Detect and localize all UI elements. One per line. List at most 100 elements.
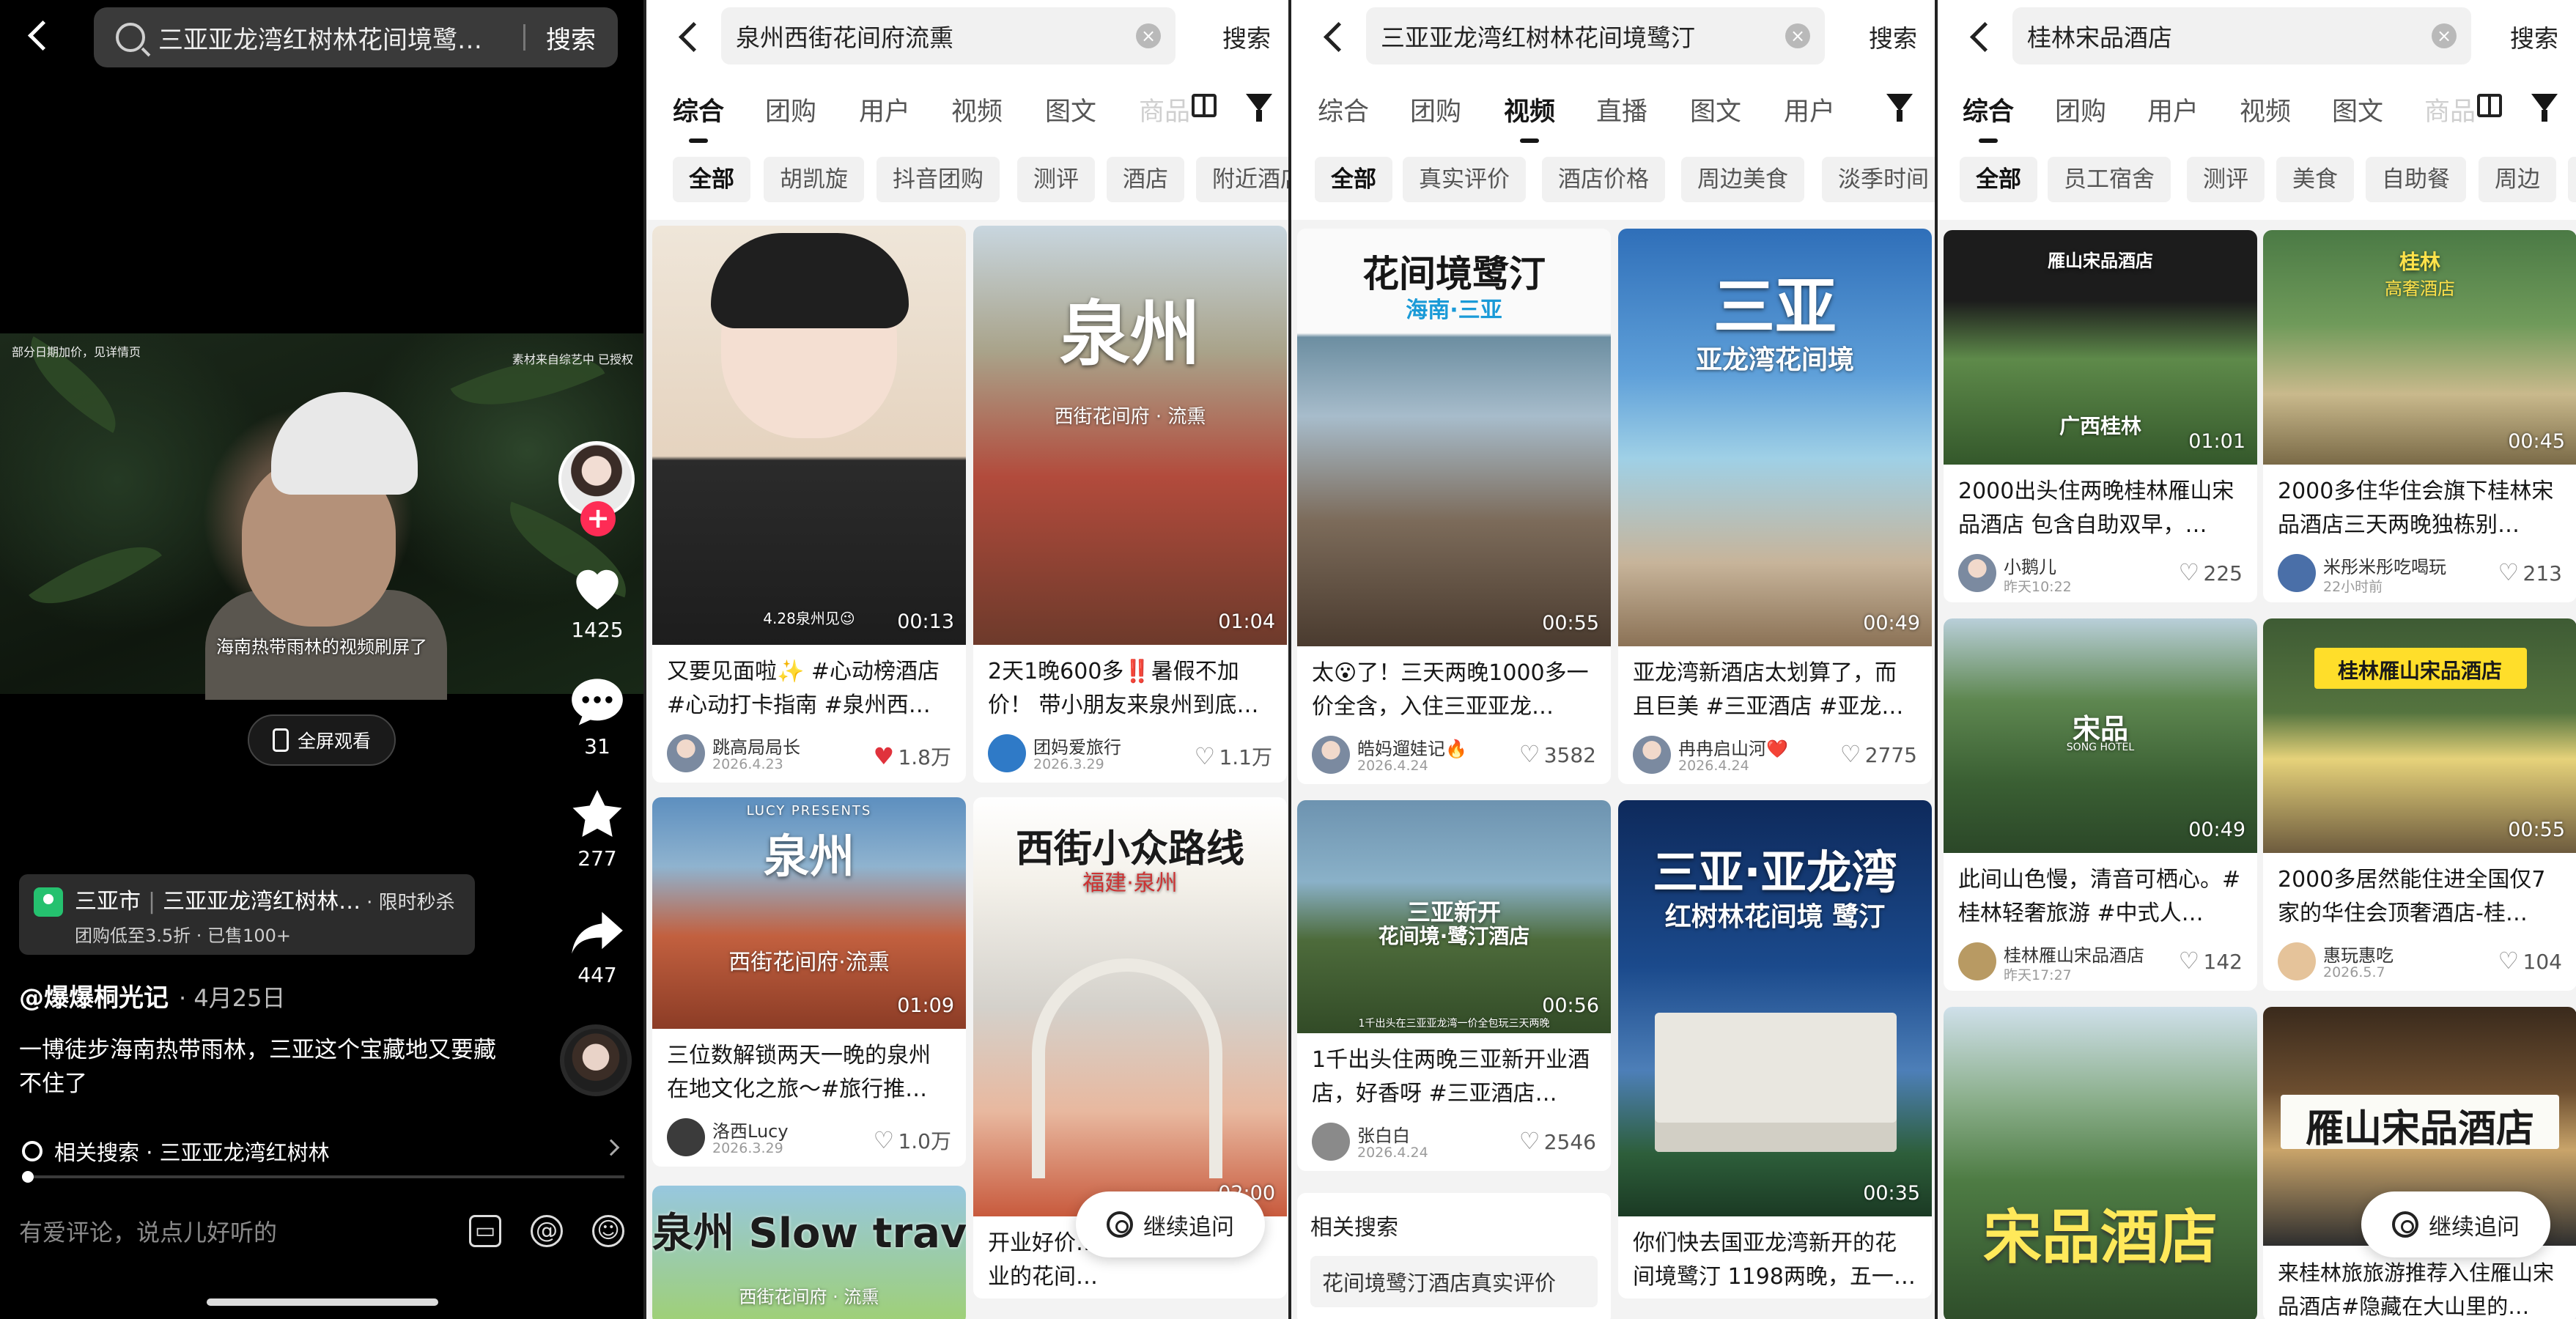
result-card[interactable]: 桂林雁山宋品酒店 00:55 2000多居然能住进全国仅7家的华住会顶奢酒店-桂… <box>2263 618 2576 991</box>
comment-input[interactable]: 有爱评论，说点儿好听的 <box>19 1214 277 1248</box>
result-card[interactable]: 4.28泉州见😉 00:13 又要见面啦✨ #心动榜酒店 #心动打卡指南 #泉州… <box>652 226 966 783</box>
tab-products[interactable]: 商品 <box>2424 91 2476 128</box>
result-card[interactable]: 花间境鹭汀 海南·三亚 00:55 太😮了！三天两晚1000多一价全含，入住三亚… <box>1297 229 1611 784</box>
music-disc-avatar[interactable] <box>560 1024 632 1096</box>
search-input[interactable]: 三亚亚龙湾红树林花间境鹭汀 <box>1381 18 1785 53</box>
search-input[interactable]: 桂林宋品酒店 <box>2027 18 2432 53</box>
search-bar[interactable]: 泉州西街花间府流熏 × <box>721 7 1176 64</box>
clear-icon[interactable]: × <box>2432 23 2457 48</box>
chip[interactable]: 美食 <box>2276 157 2354 202</box>
avatar[interactable] <box>2278 554 2316 592</box>
avatar[interactable] <box>2278 942 2316 980</box>
search-bar[interactable]: 桂林宋品酒店 × <box>2012 7 2471 64</box>
favorite-action[interactable]: 277 <box>557 788 638 871</box>
author-name[interactable]: 冉冉启山河❤️ <box>1678 734 1788 760</box>
author-name[interactable]: 张白白 <box>1357 1121 1410 1147</box>
like-count[interactable]: 104 <box>2498 947 2562 975</box>
chip[interactable]: 淡季时间 <box>1822 157 1935 202</box>
avatar[interactable] <box>1312 1123 1350 1161</box>
tab-videos[interactable]: 视频 <box>951 91 1003 128</box>
tab-all[interactable]: 综合 <box>1318 91 1369 128</box>
search-button[interactable]: 搜索 <box>2510 19 2558 54</box>
chip[interactable]: 员工宿舍 <box>2048 157 2171 202</box>
chip[interactable]: 测评 <box>2187 157 2265 202</box>
back-icon[interactable] <box>676 22 702 51</box>
like-count[interactable]: 2775 <box>1840 740 1917 768</box>
tab-posts[interactable]: 图文 <box>1690 91 1741 128</box>
related-search-item[interactable]: 花间境鹭汀酒店真实评价 <box>1310 1256 1598 1307</box>
result-card[interactable]: 三亚·亚龙湾 红树林花间境 鹭汀 00:35 你们快去国亚龙湾新开的花间境鹭汀 … <box>1618 800 1932 1298</box>
chip[interactable]: 酒店价格 <box>1542 157 1665 202</box>
like-count[interactable]: 1.1万 <box>1194 742 1272 771</box>
avatar[interactable] <box>1958 554 1996 592</box>
author-name[interactable]: 米彤米彤吃喝玩 <box>2323 553 2446 578</box>
like-count[interactable]: 213 <box>2498 558 2562 586</box>
back-icon[interactable] <box>1967 22 1993 51</box>
clear-icon[interactable]: × <box>1785 23 1810 48</box>
related-search[interactable]: 相关搜索 · 三亚亚龙湾红树林 <box>22 1134 623 1168</box>
result-card[interactable]: 宋品酒店 <box>1944 1007 2257 1319</box>
chip-all[interactable]: 全部 <box>1960 157 2037 202</box>
author-line[interactable]: @爆爆桐光记 · 4月25日 <box>19 978 285 1013</box>
search-input[interactable]: 泉州西街花间府流熏 <box>736 18 1136 53</box>
like-count[interactable]: 2546 <box>1519 1127 1596 1155</box>
emoji-icon[interactable]: ☺ <box>592 1215 624 1247</box>
result-card[interactable]: 三亚 亚龙湾花间境 00:49 亚龙湾新酒店太划算了，而且巨美 #三亚酒店 #亚… <box>1618 229 1932 784</box>
chip[interactable]: 自助餐 <box>2366 157 2466 202</box>
tab-users[interactable]: 用户 <box>2147 91 2199 128</box>
video-frame[interactable]: 部分日期加价，见详情页 素材来自综艺中 已授权 海南热带雨林的视频刷屏了 <box>0 327 643 700</box>
tab-live[interactable]: 直播 <box>1596 91 1647 128</box>
result-card[interactable]: 宋品 SONG HOTEL 00:49 此间山色慢，清音可栖心。#桂林轻奢旅游 … <box>1944 618 2257 991</box>
filter-icon[interactable] <box>2531 94 2558 122</box>
chip[interactable]: 附近酒店 <box>1196 157 1288 202</box>
tab-group-buy[interactable]: 团购 <box>1410 91 1461 128</box>
like-count[interactable]: 3582 <box>1519 740 1596 768</box>
result-card[interactable]: 桂林 高奢酒店 00:45 2000多住华住会旗下桂林宋品酒店三天两晚独栋别… … <box>2263 230 2576 602</box>
like-count[interactable]: 142 <box>2179 947 2243 975</box>
layout-toggle-icon[interactable] <box>2477 94 2502 117</box>
result-card[interactable]: 雁山宋品酒店 来桂林旅旅游推荐入住雁山宋品酒店#隐藏在大山里的… <box>2263 1007 2576 1319</box>
tab-users[interactable]: 用户 <box>859 91 910 128</box>
poi-card[interactable]: 三亚市 | 三亚亚龙湾红树林… · 限时秒杀 团购低至3.5折 · 已售100+ <box>19 874 475 955</box>
chip-all[interactable]: 全部 <box>673 157 750 202</box>
author-name[interactable]: 皓妈遛娃记🔥 <box>1357 734 1467 760</box>
filter-icon[interactable] <box>1246 94 1272 122</box>
tab-posts[interactable]: 图文 <box>2332 91 2383 128</box>
avatar[interactable] <box>1312 736 1350 774</box>
avatar[interactable] <box>667 1118 705 1156</box>
tab-videos[interactable]: 视频 <box>2240 91 2291 128</box>
tab-videos[interactable]: 视频 <box>1504 91 1555 143</box>
tab-all[interactable]: 综合 <box>673 91 724 143</box>
search-button[interactable]: 搜索 <box>1222 19 1271 54</box>
comment-action[interactable]: 31 <box>557 676 638 758</box>
search-bar[interactable]: 三亚亚龙湾红树林花间境鹭汀 × <box>1366 7 1825 64</box>
avatar[interactable] <box>667 734 705 772</box>
layout-toggle-icon[interactable] <box>1192 94 1217 117</box>
chip[interactable]: 测评 <box>1017 157 1095 202</box>
fullscreen-button[interactable]: 全屏观看 <box>248 714 396 766</box>
like-count[interactable]: 225 <box>2179 558 2243 586</box>
chip[interactable]: 周边美食 <box>1681 157 1804 202</box>
chip[interactable]: 抖音团购 <box>876 157 1000 202</box>
author-name[interactable]: 惠玩惠吃 <box>2323 941 2394 967</box>
continue-ask-button[interactable]: 继续追问 <box>1076 1191 1265 1257</box>
back-icon[interactable] <box>1321 22 1347 51</box>
search-button[interactable]: 搜索 <box>546 20 596 56</box>
author-name[interactable]: @爆爆桐光记 <box>19 983 169 1013</box>
author-name[interactable]: 桂林雁山宋品酒店 <box>2004 941 2144 967</box>
chip[interactable]: 住宿 <box>2568 157 2576 202</box>
result-card[interactable]: 泉州 Slow travel 西街花间府 · 流熏 <box>652 1186 966 1319</box>
tab-posts[interactable]: 图文 <box>1045 91 1096 128</box>
progress-handle[interactable] <box>22 1171 34 1183</box>
search-button[interactable]: 搜索 <box>1869 19 1917 54</box>
search-bar[interactable]: 三亚亚龙湾红树林花间境鹭汀… 搜索 <box>94 7 618 67</box>
continue-ask-button[interactable]: 继续追问 <box>2361 1191 2550 1257</box>
tab-group-buy[interactable]: 团购 <box>765 91 816 128</box>
chip[interactable]: 周边 <box>2479 157 2556 202</box>
like-count[interactable]: 1.0万 <box>873 1126 951 1155</box>
tab-users[interactable]: 用户 <box>1784 91 1835 128</box>
like-count[interactable]: 1.8万 <box>873 742 951 771</box>
tab-all[interactable]: 综合 <box>1963 91 2014 143</box>
author-name[interactable]: 跳高局局长 <box>712 733 800 758</box>
like-action[interactable]: 1425 <box>557 561 638 642</box>
